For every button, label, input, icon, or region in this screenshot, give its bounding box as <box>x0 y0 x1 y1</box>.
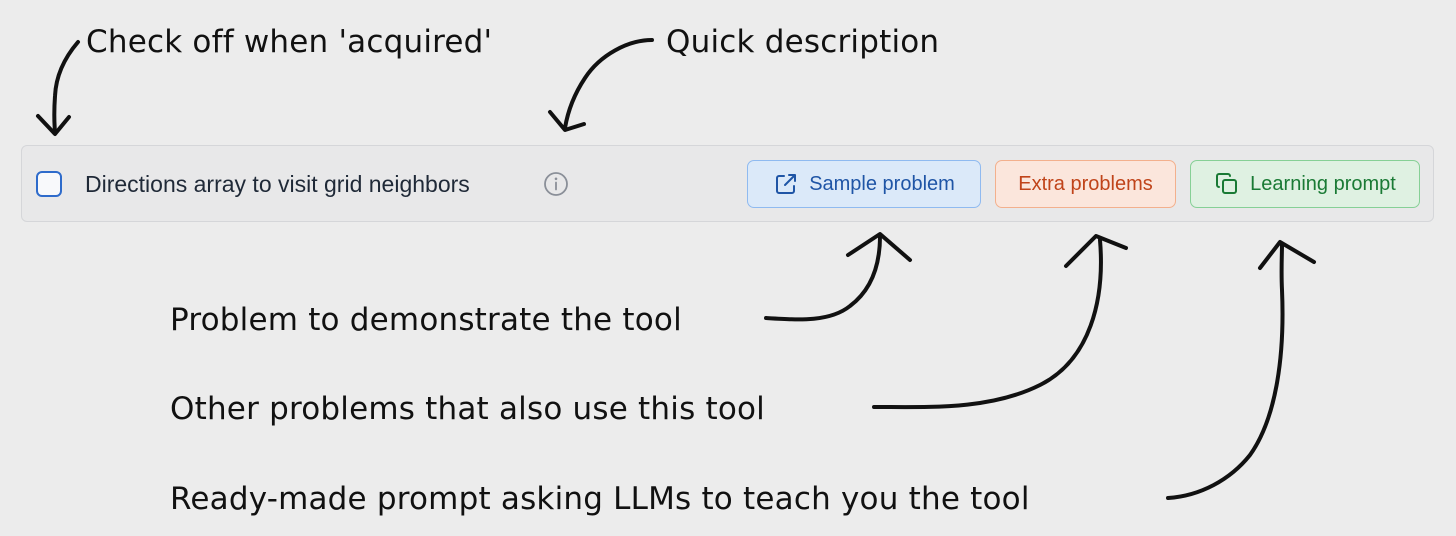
external-link-icon <box>776 174 797 194</box>
item-title: Directions array to visit grid neighbors <box>85 171 470 197</box>
annotation-learning-prompt: Ready-made prompt asking LLMs to teach y… <box>170 481 1030 517</box>
arrowhead-extra <box>1064 234 1128 268</box>
arrow-to-checkbox <box>52 40 80 134</box>
extra-problems-button[interactable]: Extra problems <box>995 160 1176 208</box>
copy-icon <box>1216 173 1238 194</box>
arrow-to-learning-button <box>1166 242 1285 500</box>
arrow-to-extra-button <box>872 238 1103 410</box>
annotation-extra-problems: Other problems that also use this tool <box>170 391 765 427</box>
annotation-arrows <box>36 38 1316 500</box>
arrowhead-sample <box>846 232 912 262</box>
learning-prompt-button[interactable]: Learning prompt <box>1190 160 1420 208</box>
annotation-checkoff: Check off when 'acquired' <box>86 24 493 60</box>
extra-problems-label: Extra problems <box>1018 172 1153 195</box>
acquired-checkbox[interactable] <box>36 171 62 197</box>
sample-problem-label: Sample problem <box>809 172 955 195</box>
arrowhead-checkbox <box>36 114 71 136</box>
annotation-description: Quick description <box>666 24 940 60</box>
arrow-to-sample-button <box>764 234 882 322</box>
annotation-sample-problem: Problem to demonstrate the tool <box>170 302 682 338</box>
info-icon[interactable] <box>543 171 569 197</box>
sample-problem-button[interactable]: Sample problem <box>747 160 981 208</box>
arrowhead-learning <box>1258 240 1316 270</box>
learning-prompt-label: Learning prompt <box>1250 172 1396 195</box>
arrowhead-info <box>548 110 586 132</box>
arrow-to-info <box>563 38 654 130</box>
